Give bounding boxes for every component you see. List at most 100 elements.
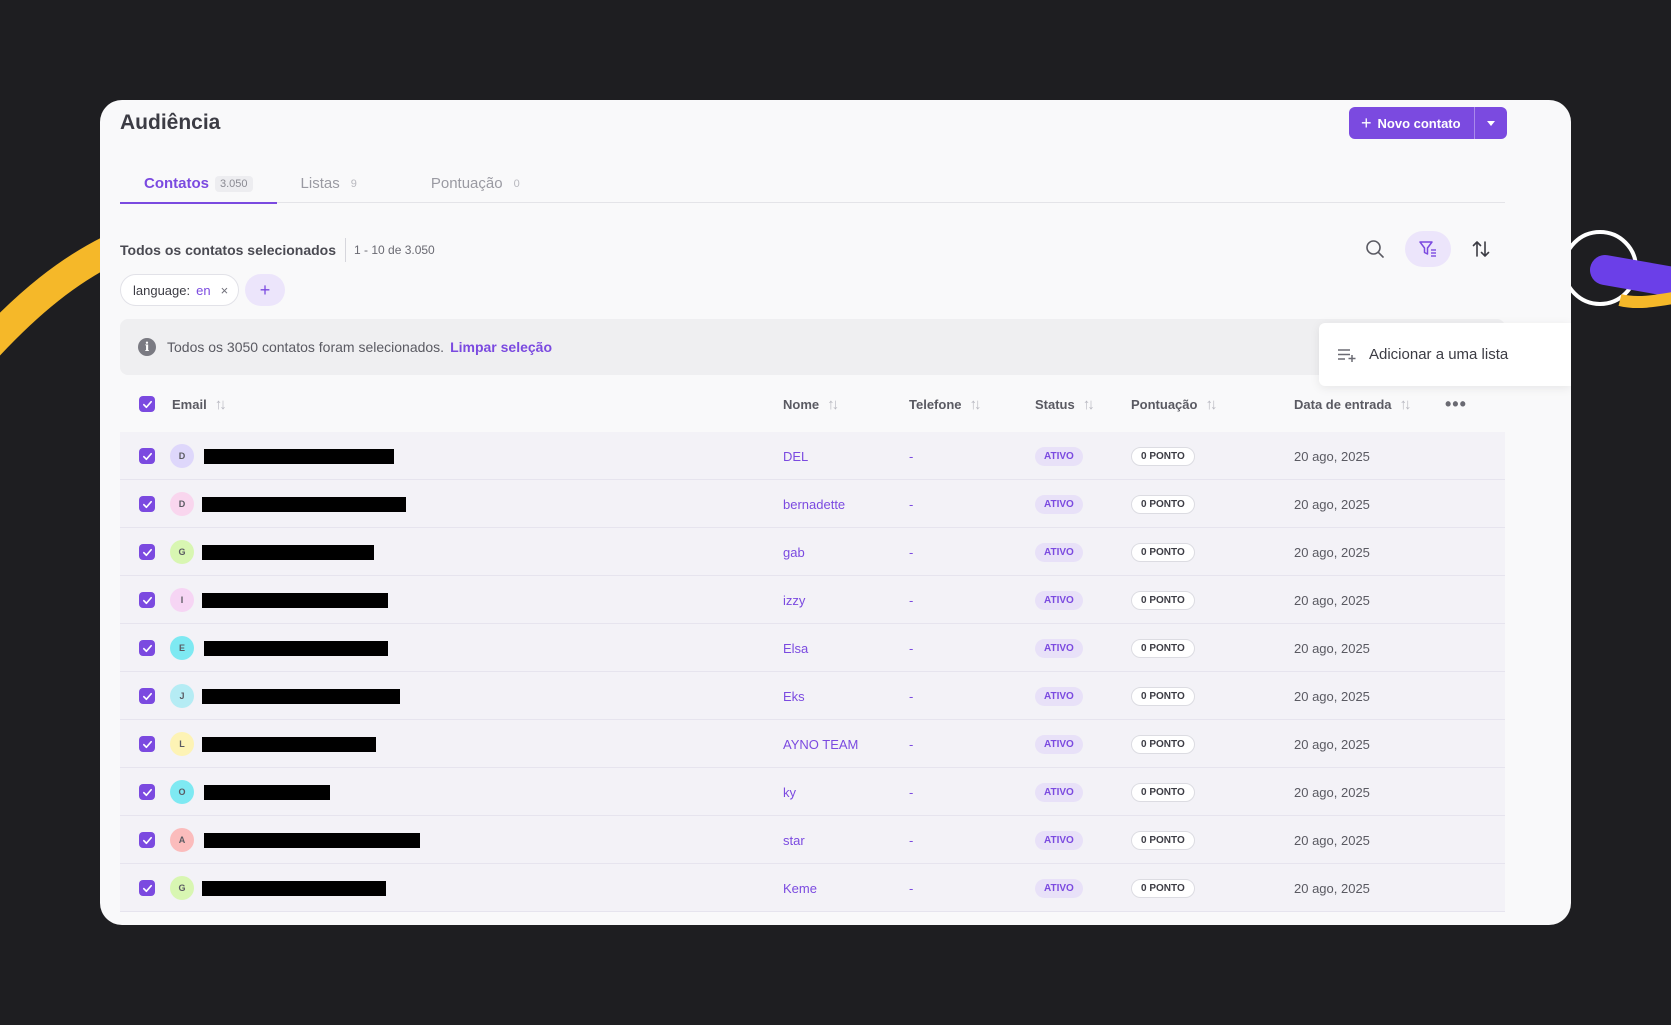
checkbox-checked-icon bbox=[139, 736, 155, 752]
email-redacted bbox=[202, 864, 386, 912]
name-cell: DEL bbox=[783, 432, 808, 480]
email-redacted bbox=[202, 528, 374, 576]
table-row[interactable]: I izzy - ATIVO 0 PONTO 20 ago, 2025 bbox=[120, 576, 1505, 624]
points-cell: 0 PONTO bbox=[1131, 768, 1195, 816]
table-row[interactable]: G gab - ATIVO 0 PONTO 20 ago, 2025 bbox=[120, 528, 1505, 576]
joined-date: 20 ago, 2025 bbox=[1294, 544, 1370, 560]
table-row[interactable]: G Keme - ATIVO 0 PONTO 20 ago, 2025 bbox=[120, 864, 1505, 912]
search-button[interactable] bbox=[1352, 231, 1398, 267]
phone-cell: - bbox=[909, 864, 913, 912]
contact-name-link[interactable]: bernadette bbox=[783, 497, 845, 512]
status-badge: ATIVO bbox=[1035, 734, 1083, 754]
menu-item-add-to-list[interactable]: Adicionar a uma lista bbox=[1319, 323, 1571, 386]
row-checkbox[interactable] bbox=[139, 768, 155, 816]
row-checkbox[interactable] bbox=[139, 720, 155, 768]
tab-contatos[interactable]: Contatos 3.050 bbox=[120, 164, 277, 204]
tab-pontuacao[interactable]: Pontuação 0 bbox=[407, 164, 549, 203]
new-contact-dropdown-button[interactable] bbox=[1473, 107, 1507, 139]
column-header-name[interactable]: Nome ↑↓ bbox=[783, 382, 839, 426]
redaction-bar bbox=[204, 640, 388, 656]
checkbox-checked-icon bbox=[139, 688, 155, 704]
contact-name-link[interactable]: Keme bbox=[783, 881, 817, 896]
phone-cell: - bbox=[909, 768, 913, 816]
column-header-joined[interactable]: Data de entrada ↑↓ bbox=[1294, 382, 1412, 426]
phone-value: - bbox=[909, 592, 914, 608]
column-label: Pontuação bbox=[1131, 396, 1198, 412]
status-badge: ATIVO bbox=[1035, 686, 1083, 706]
clear-selection-link[interactable]: Limpar seleção bbox=[450, 339, 552, 355]
avatar: D bbox=[170, 432, 194, 480]
sort-button[interactable] bbox=[1458, 231, 1504, 267]
points-cell: 0 PONTO bbox=[1131, 864, 1195, 912]
avatar-initial: G bbox=[170, 876, 194, 900]
joined-date: 20 ago, 2025 bbox=[1294, 736, 1370, 752]
add-filter-button[interactable]: + bbox=[245, 274, 285, 306]
table-row[interactable]: O ky - ATIVO 0 PONTO 20 ago, 2025 bbox=[120, 768, 1505, 816]
name-cell: gab bbox=[783, 528, 805, 576]
column-header-phone[interactable]: Telefone ↑↓ bbox=[909, 382, 982, 426]
menu-item-label: Adicionar a uma lista bbox=[1369, 346, 1509, 363]
row-checkbox[interactable] bbox=[139, 672, 155, 720]
contact-name-link[interactable]: Eks bbox=[783, 689, 805, 704]
sort-icon bbox=[1472, 241, 1490, 257]
phone-cell: - bbox=[909, 816, 913, 864]
checkbox-checked-icon bbox=[139, 880, 155, 896]
email-redacted bbox=[204, 624, 388, 672]
column-header-points[interactable]: Pontuação ↑↓ bbox=[1131, 382, 1217, 426]
row-checkbox[interactable] bbox=[139, 624, 155, 672]
contact-name-link[interactable]: ky bbox=[783, 785, 796, 800]
tab-listas[interactable]: Listas 9 bbox=[277, 164, 407, 203]
status-badge: ATIVO bbox=[1035, 542, 1083, 562]
column-header-email[interactable]: Email ↑↓ bbox=[172, 382, 227, 426]
selection-banner: i Todos os 3050 contatos foram seleciona… bbox=[120, 319, 1505, 375]
row-checkbox[interactable] bbox=[139, 480, 155, 528]
row-checkbox[interactable] bbox=[139, 864, 155, 912]
contact-name-link[interactable]: izzy bbox=[783, 593, 805, 608]
checkbox-checked-icon bbox=[139, 832, 155, 848]
more-options-button[interactable]: ••• bbox=[1445, 382, 1467, 426]
checkbox-checked-icon bbox=[139, 784, 155, 800]
status-badge: ATIVO bbox=[1035, 494, 1083, 514]
points-cell: 0 PONTO bbox=[1131, 528, 1195, 576]
contact-name-link[interactable]: star bbox=[783, 833, 805, 848]
points-badge: 0 PONTO bbox=[1131, 638, 1195, 658]
new-contact-button[interactable]: + Novo contato bbox=[1349, 107, 1474, 139]
name-cell: Keme bbox=[783, 864, 817, 912]
table-row[interactable]: D bernadette - ATIVO 0 PONTO 20 ago, 202… bbox=[120, 480, 1505, 528]
contact-name-link[interactable]: AYNO TEAM bbox=[783, 737, 858, 752]
row-checkbox[interactable] bbox=[139, 816, 155, 864]
search-icon bbox=[1366, 240, 1384, 258]
phone-value: - bbox=[909, 832, 914, 848]
divider bbox=[345, 238, 346, 262]
contact-name-link[interactable]: DEL bbox=[783, 449, 808, 464]
avatar-initial: D bbox=[170, 444, 194, 468]
row-checkbox[interactable] bbox=[139, 528, 155, 576]
table-row[interactable]: D DEL - ATIVO 0 PONTO 20 ago, 2025 bbox=[120, 432, 1505, 480]
close-icon[interactable]: × bbox=[221, 283, 229, 298]
contact-name-link[interactable]: gab bbox=[783, 545, 805, 560]
joined-date: 20 ago, 2025 bbox=[1294, 688, 1370, 704]
filter-chip-language[interactable]: language: en × bbox=[120, 274, 240, 306]
sort-icon: ↑↓ bbox=[1205, 395, 1217, 413]
filter-button[interactable] bbox=[1405, 231, 1451, 267]
status-badge: ATIVO bbox=[1035, 638, 1083, 658]
avatar: O bbox=[170, 768, 194, 816]
contact-name-link[interactable]: Elsa bbox=[783, 641, 808, 656]
row-checkbox[interactable] bbox=[139, 432, 155, 480]
table-row[interactable]: L AYNO TEAM - ATIVO 0 PONTO 20 ago, 2025 bbox=[120, 720, 1505, 768]
column-header-status[interactable]: Status ↑↓ bbox=[1035, 382, 1095, 426]
points-badge: 0 PONTO bbox=[1131, 782, 1195, 802]
tab-count: 9 bbox=[350, 177, 357, 190]
redaction-bar bbox=[202, 544, 374, 560]
chip-value: en bbox=[196, 282, 211, 298]
name-cell: ky bbox=[783, 768, 796, 816]
select-all-checkbox[interactable] bbox=[139, 382, 155, 426]
redaction-bar bbox=[204, 832, 420, 848]
name-cell: AYNO TEAM bbox=[783, 720, 858, 768]
redaction-bar bbox=[202, 592, 388, 608]
points-cell: 0 PONTO bbox=[1131, 480, 1195, 528]
row-checkbox[interactable] bbox=[139, 576, 155, 624]
table-row[interactable]: A star - ATIVO 0 PONTO 20 ago, 2025 bbox=[120, 816, 1505, 864]
table-row[interactable]: J Eks - ATIVO 0 PONTO 20 ago, 2025 bbox=[120, 672, 1505, 720]
table-row[interactable]: E Elsa - ATIVO 0 PONTO 20 ago, 2025 bbox=[120, 624, 1505, 672]
